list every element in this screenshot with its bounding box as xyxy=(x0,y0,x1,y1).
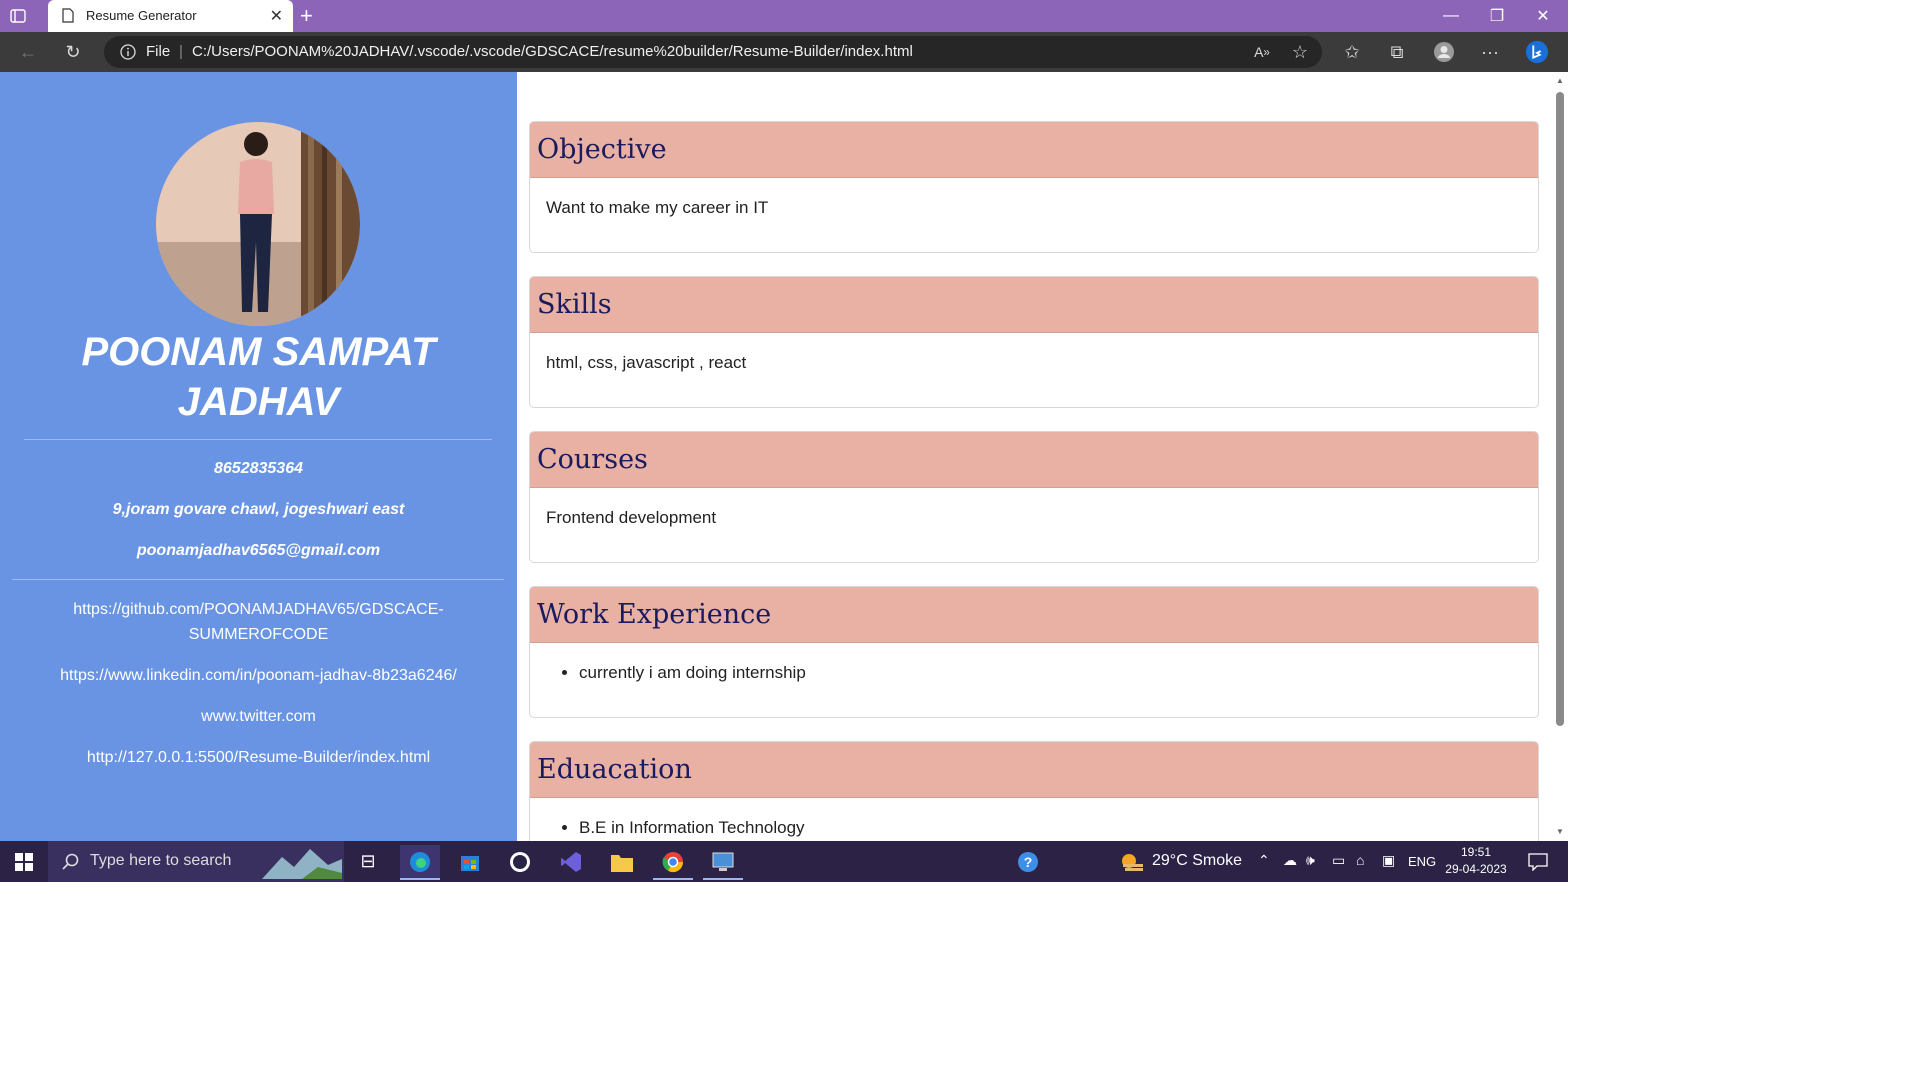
remote-desktop-icon[interactable] xyxy=(703,845,743,880)
twitter-link[interactable]: www.twitter.com xyxy=(40,704,477,729)
clock-date: 29-04-2023 xyxy=(1445,862,1507,876)
close-window-button[interactable]: ✕ xyxy=(1520,0,1566,32)
resume-main: Objective Want to make my career in IT S… xyxy=(517,72,1552,841)
meet-now-icon[interactable]: ▣ xyxy=(1382,852,1395,869)
browser-title-bar: Resume Generator ✕ + — ❐ ✕ xyxy=(0,0,1568,32)
scroll-up-icon[interactable]: ▲ xyxy=(1556,76,1564,85)
name-line-1: POONAM SAMPAT xyxy=(81,330,436,374)
skills-heading: Skills xyxy=(530,277,1538,333)
objective-heading: Objective xyxy=(530,122,1538,178)
address-toolbar: ← ↻ File | C:/Users/POONAM%20JADHAV/.vsc… xyxy=(0,32,1568,72)
clock-time: 19:51 xyxy=(1460,845,1492,859)
restore-button[interactable]: ❐ xyxy=(1474,0,1520,32)
divider xyxy=(24,439,492,440)
more-options-icon[interactable]: ··· xyxy=(1478,40,1502,64)
windows-taskbar: Type here to search ⊟ ? 29°C Smoke ⌃ ☁ 🕪… xyxy=(0,841,1568,882)
bing-icon[interactable] xyxy=(1525,40,1549,64)
address-text: 9,joram govare chawl, jogeshwari east xyxy=(112,501,405,518)
weather-icon[interactable] xyxy=(1112,845,1152,878)
profile-photo xyxy=(156,122,360,326)
mountain-icon xyxy=(262,849,342,879)
file-explorer-icon[interactable] xyxy=(602,845,642,878)
portfolio-link[interactable]: http://127.0.0.1:5500/Resume-Builder/ind… xyxy=(40,745,477,770)
svg-text:?: ? xyxy=(1024,854,1033,870)
refresh-button[interactable]: ↻ xyxy=(61,40,85,64)
vscode-icon[interactable] xyxy=(551,845,591,878)
onedrive-icon[interactable]: ☁ xyxy=(1283,852,1297,869)
chrome-icon[interactable] xyxy=(653,845,693,880)
add-favorite-icon[interactable]: ☆ xyxy=(1288,40,1312,64)
address-prefix: File xyxy=(146,43,171,60)
address-field[interactable]: File | C:/Users/POONAM%20JADHAV/.vscode/… xyxy=(104,36,1322,68)
address-url[interactable]: C:/Users/POONAM%20JADHAV/.vscode/.vscode… xyxy=(192,43,913,60)
store-icon[interactable] xyxy=(450,845,490,878)
education-body: B.E in Information Technology xyxy=(530,798,1538,841)
github-desktop-icon[interactable] xyxy=(500,845,540,878)
github-link-line-2[interactable]: SUMMEROFCODE xyxy=(40,622,477,647)
search-placeholder: Type here to search xyxy=(90,852,232,869)
courses-card: Courses Frontend development xyxy=(529,431,1539,563)
address-separator: | xyxy=(179,43,183,60)
list-item: currently i am doing internship xyxy=(579,663,1522,683)
collections-icon[interactable]: ⧉ xyxy=(1385,40,1409,64)
help-icon[interactable]: ? xyxy=(1008,845,1048,878)
clock[interactable]: 19:51 29-04-2023 xyxy=(1440,844,1512,878)
new-tab-button[interactable]: + xyxy=(300,3,313,29)
scrollbar-thumb[interactable] xyxy=(1556,92,1564,726)
linkedin-link[interactable]: https://www.linkedin.com/in/poonam-jadha… xyxy=(40,663,477,688)
page-icon xyxy=(62,8,74,23)
volume-icon[interactable]: 🕪 xyxy=(1306,852,1315,869)
work-experience-body: currently i am doing internship xyxy=(530,643,1538,703)
resume-name: POONAM SAMPAT JADHAV xyxy=(0,327,517,427)
list-item: B.E in Information Technology xyxy=(579,818,1522,838)
back-button[interactable]: ← xyxy=(16,40,40,64)
resume-sidebar: POONAM SAMPAT JADHAV 8652835364 9,joram … xyxy=(0,72,517,841)
taskbar-search[interactable]: Type here to search xyxy=(48,841,344,882)
email-text: poonamjadhav6565@gmail.com xyxy=(136,542,381,559)
notifications-icon[interactable] xyxy=(1518,845,1558,878)
github-link[interactable]: https://github.com/POONAMJADHAV65/GDSCAC… xyxy=(40,597,477,647)
battery-icon[interactable]: ▭ xyxy=(1332,852,1345,869)
courses-heading: Courses xyxy=(530,432,1538,488)
input-language[interactable]: ENG xyxy=(1408,854,1436,869)
skills-card: Skills html, css, javascript , react xyxy=(529,276,1539,408)
read-aloud-icon[interactable]: A» xyxy=(1250,40,1274,64)
close-tab-icon[interactable]: ✕ xyxy=(270,6,283,26)
skills-text: html, css, javascript , react xyxy=(546,353,747,372)
education-card: Eduacation B.E in Information Technology xyxy=(529,741,1539,841)
weather-text[interactable]: 29°C Smoke xyxy=(1152,852,1242,870)
tab-actions-icon[interactable] xyxy=(10,8,26,24)
name-line-2: JADHAV xyxy=(177,380,340,424)
courses-text: Frontend development xyxy=(546,508,717,527)
minimize-button[interactable]: — xyxy=(1428,0,1474,32)
education-heading: Eduacation xyxy=(530,742,1538,798)
work-experience-card: Work Experience currently i am doing int… xyxy=(529,586,1539,718)
search-icon xyxy=(62,853,79,870)
tab-title: Resume Generator xyxy=(86,8,197,23)
profile-icon[interactable] xyxy=(1432,40,1456,64)
favorites-icon[interactable]: ✩ xyxy=(1340,40,1364,64)
task-view-icon[interactable]: ⊟ xyxy=(348,845,388,878)
divider xyxy=(12,579,504,580)
github-link-line-1[interactable]: https://github.com/POONAMJADHAV65/GDSCAC… xyxy=(40,597,477,622)
show-hidden-icons-icon[interactable]: ⌃ xyxy=(1258,852,1270,869)
edge-taskbar-icon[interactable] xyxy=(400,845,440,880)
phone-number: 8652835364 xyxy=(214,460,303,477)
network-icon[interactable]: ⌂ xyxy=(1356,852,1364,868)
work-experience-heading: Work Experience xyxy=(530,587,1538,643)
info-icon[interactable] xyxy=(120,44,136,60)
objective-card: Objective Want to make my career in IT xyxy=(529,121,1539,253)
page-scrollbar[interactable]: ▲ ▼ xyxy=(1552,72,1568,841)
windows-start-icon[interactable] xyxy=(4,845,44,878)
objective-text: Want to make my career in IT xyxy=(546,198,769,217)
scroll-down-icon[interactable]: ▼ xyxy=(1556,827,1564,836)
browser-tab[interactable]: Resume Generator ✕ xyxy=(48,0,293,32)
